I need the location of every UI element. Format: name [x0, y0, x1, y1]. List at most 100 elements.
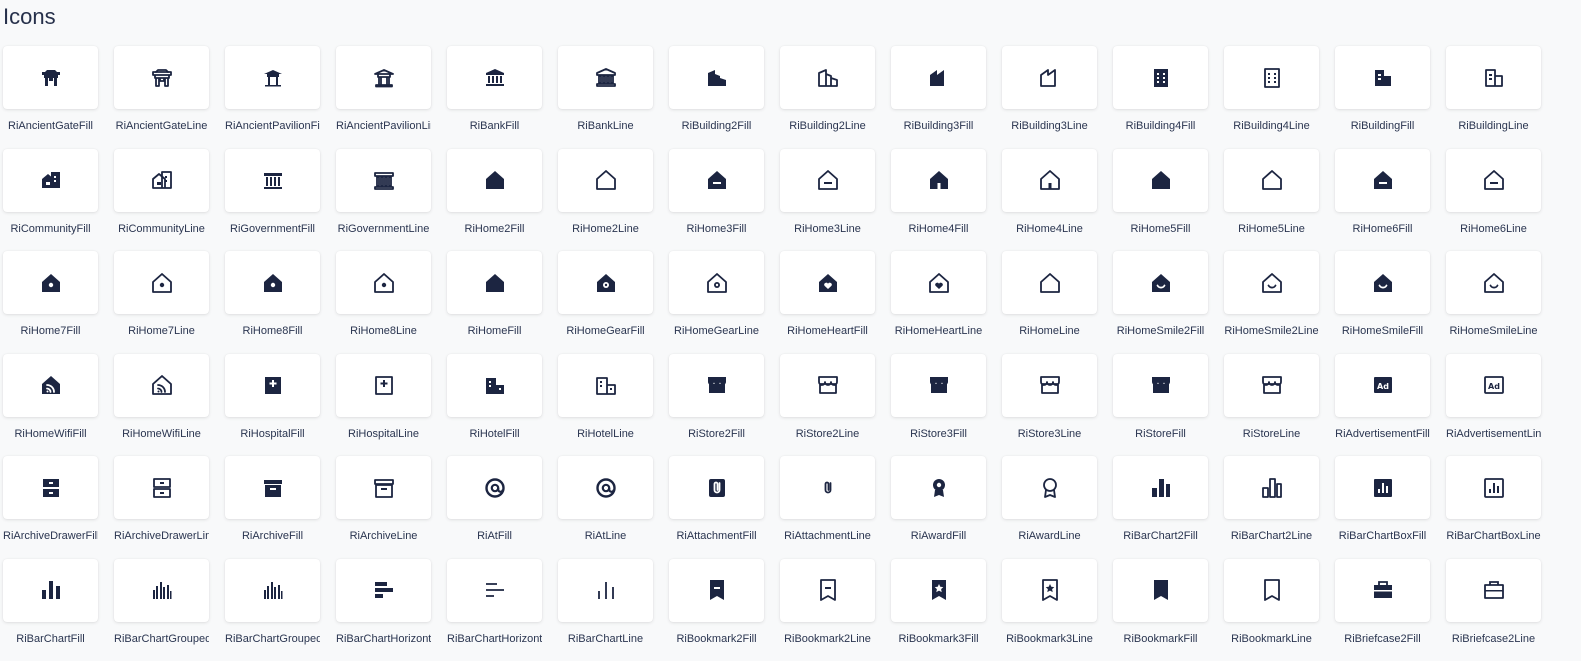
icon-tile-button[interactable] [1224, 559, 1319, 622]
icon-tile-button[interactable] [447, 559, 542, 622]
icon-tile-button[interactable] [891, 46, 986, 109]
icon-tile-button[interactable] [1335, 456, 1430, 519]
icon-tile-button[interactable] [780, 354, 875, 417]
icon-tile-button[interactable] [1002, 354, 1097, 417]
icon-label: RiArchiveDrawerFill [3, 530, 98, 543]
icon-tile-button[interactable] [780, 456, 875, 519]
icon-tile-button[interactable] [3, 46, 98, 109]
icon-tile-button[interactable] [1224, 456, 1319, 519]
icon-tile-button[interactable] [1002, 251, 1097, 314]
icon-label: RiHomeSmileFill [1335, 325, 1430, 338]
icon-tile-button[interactable] [1224, 354, 1319, 417]
icon-tile-button[interactable] [780, 559, 875, 622]
icon-card: RiHome3Line [780, 149, 875, 252]
icon-tile-button[interactable] [1113, 46, 1208, 109]
icon-tile-button[interactable] [1113, 251, 1208, 314]
icon-tile-button[interactable] [114, 354, 209, 417]
icon-tile-button[interactable] [780, 251, 875, 314]
icon-tile-button[interactable] [1002, 456, 1097, 519]
icon-tile-button[interactable] [447, 46, 542, 109]
icon-tile-button[interactable] [336, 149, 431, 212]
icon-tile-button[interactable] [1113, 149, 1208, 212]
icon-tile-button[interactable]: Ad [1446, 354, 1541, 417]
icon-tile-button[interactable] [1113, 559, 1208, 622]
icon-tile-button[interactable] [114, 149, 209, 212]
store3-fill-icon [927, 373, 951, 397]
icon-tile-button[interactable] [3, 559, 98, 622]
icon-tile-button[interactable] [891, 456, 986, 519]
icon-tile-button[interactable] [3, 149, 98, 212]
icon-tile-button[interactable] [1224, 251, 1319, 314]
icon-tile-button[interactable] [3, 354, 98, 417]
icon-tile-button[interactable] [3, 456, 98, 519]
icon-tile-button[interactable] [669, 46, 764, 109]
icon-tile-button[interactable] [114, 251, 209, 314]
icon-tile-button[interactable] [558, 149, 653, 212]
icon-tile-button[interactable] [669, 559, 764, 622]
icon-tile-button[interactable] [1335, 46, 1430, 109]
icon-tile-button[interactable] [336, 354, 431, 417]
icon-tile-button[interactable] [3, 251, 98, 314]
icon-tile-button[interactable] [558, 46, 653, 109]
icon-tile-button[interactable] [558, 354, 653, 417]
icon-tile-button[interactable] [558, 251, 653, 314]
icon-tile-button[interactable] [1446, 149, 1541, 212]
icon-tile-button[interactable] [669, 354, 764, 417]
icon-label: RiHome6Fill [1335, 223, 1430, 236]
bookmark3-line-icon [1038, 578, 1062, 602]
icon-tile-button[interactable] [1446, 559, 1541, 622]
icon-tile-button[interactable] [1446, 251, 1541, 314]
icon-tile-button[interactable] [1002, 559, 1097, 622]
icon-label: RiBuilding4Fill [1113, 120, 1208, 133]
icon-card: RiStore2Fill [669, 354, 764, 457]
bookmark-fill-icon [1149, 578, 1173, 602]
icon-card: RiBriefcase2Fill [1335, 559, 1430, 661]
icon-tile-button[interactable] [225, 251, 320, 314]
icon-tile-button[interactable] [1446, 46, 1541, 109]
icon-tile-button[interactable] [1335, 251, 1430, 314]
icon-tile-button[interactable] [1335, 559, 1430, 622]
icon-tile-button[interactable] [1224, 149, 1319, 212]
icon-tile-button[interactable] [891, 354, 986, 417]
icon-tile-button[interactable] [114, 559, 209, 622]
icon-tile-button[interactable] [669, 251, 764, 314]
icon-label: RiBuilding3Line [1002, 120, 1097, 133]
icon-tile-button[interactable] [336, 251, 431, 314]
icon-tile-button[interactable] [891, 149, 986, 212]
icon-tile-button[interactable] [225, 354, 320, 417]
icon-tile-button[interactable] [780, 149, 875, 212]
icon-tile-button[interactable] [447, 354, 542, 417]
icon-tile-button[interactable] [225, 46, 320, 109]
icon-label: RiBarChartHorizont [336, 633, 431, 646]
icon-tile-button[interactable] [225, 559, 320, 622]
icon-tile-button[interactable] [891, 251, 986, 314]
icon-tile-button[interactable] [336, 46, 431, 109]
icon-tile-button[interactable] [669, 456, 764, 519]
icon-tile-button[interactable] [336, 559, 431, 622]
icon-tile-button[interactable] [1113, 354, 1208, 417]
icon-tile-button[interactable] [1002, 149, 1097, 212]
icon-tile-button[interactable] [1002, 46, 1097, 109]
icon-tile-button[interactable] [336, 456, 431, 519]
icon-tile-button[interactable] [225, 456, 320, 519]
icon-tile-button[interactable] [669, 149, 764, 212]
icon-tile-button[interactable] [225, 149, 320, 212]
icon-tile-button[interactable] [780, 46, 875, 109]
icon-tile-button[interactable] [114, 456, 209, 519]
icon-tile-button[interactable] [558, 456, 653, 519]
attachment-fill-icon [705, 476, 729, 500]
icon-tile-button[interactable] [891, 559, 986, 622]
icon-tile-button[interactable] [447, 149, 542, 212]
icon-tile-button[interactable] [447, 456, 542, 519]
icon-tile-button[interactable] [447, 251, 542, 314]
icon-tile-button[interactable] [1446, 456, 1541, 519]
icon-tile-button[interactable] [1113, 456, 1208, 519]
icon-tile-button[interactable]: Ad [1335, 354, 1430, 417]
icon-tile-button[interactable] [114, 46, 209, 109]
icon-card: RiHome2Fill [447, 149, 542, 252]
icon-tile-button[interactable] [558, 559, 653, 622]
icon-tile-button[interactable] [1224, 46, 1319, 109]
icon-label: RiHomeFill [447, 325, 542, 338]
icon-card: RiAncientGateLine [114, 46, 209, 149]
icon-tile-button[interactable] [1335, 149, 1430, 212]
